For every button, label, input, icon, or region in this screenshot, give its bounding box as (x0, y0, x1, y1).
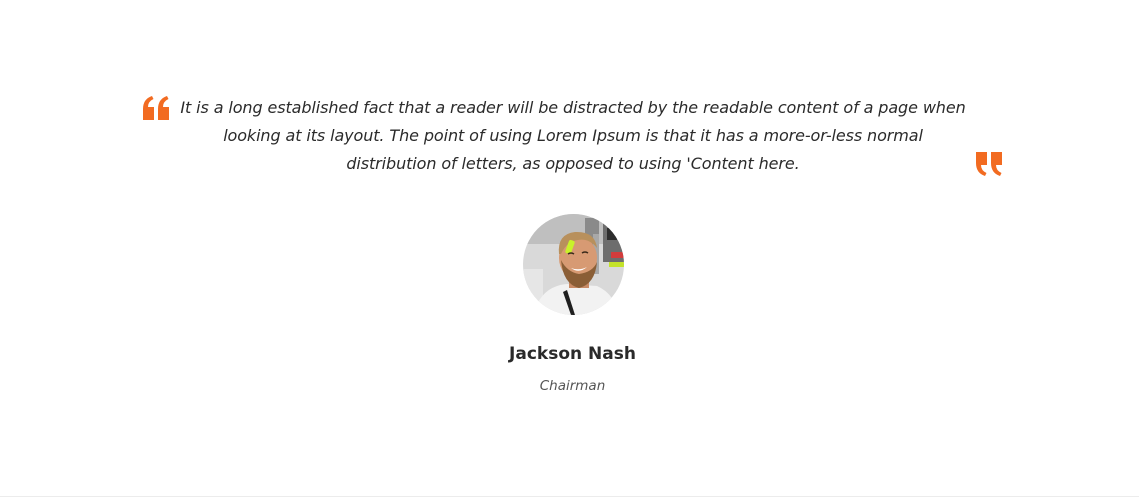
testimonial-quote: It is a long established fact that a rea… (180, 98, 966, 173)
testimonial-section: It is a long established fact that a rea… (0, 0, 1139, 499)
avatar-image (523, 214, 624, 315)
quote-close-icon (976, 152, 1002, 176)
section-divider (0, 496, 1139, 497)
avatar (523, 214, 624, 315)
person-name: Jackson Nash (509, 344, 636, 364)
person-role: Chairman (539, 378, 606, 394)
quote-open-icon (143, 96, 169, 120)
